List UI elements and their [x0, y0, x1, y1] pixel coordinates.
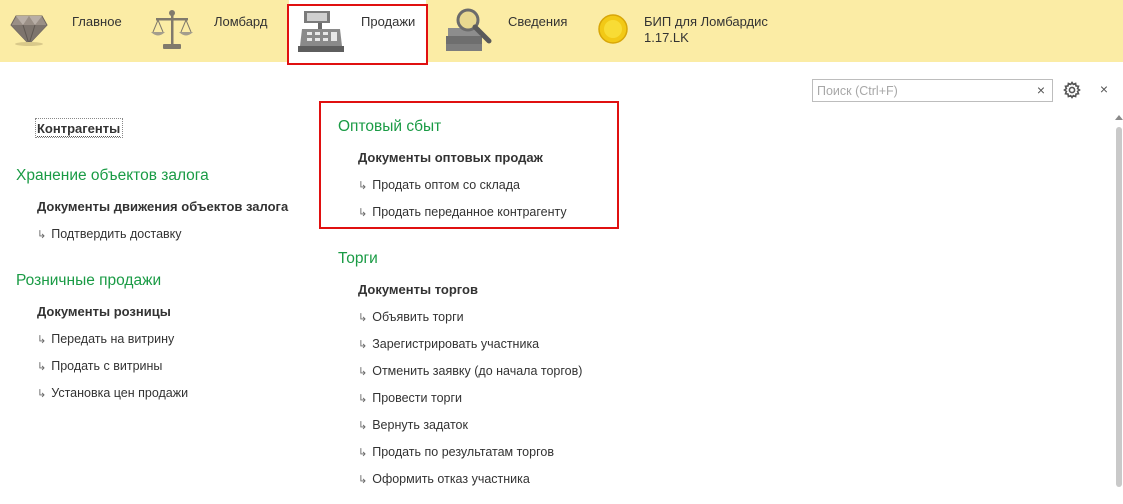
scrollbar-thumb[interactable] — [1116, 127, 1122, 487]
sell-from-showcase-command[interactable]: ↳ Продать с витрины — [37, 359, 162, 373]
coin-icon — [598, 14, 628, 49]
group-title-storage: Хранение объектов залога — [16, 167, 209, 184]
section-main[interactable]: Главное — [0, 0, 140, 62]
cancel-bid-command[interactable]: ↳ Отменить заявку (до начала торгов) — [358, 364, 582, 378]
cash-register-icon — [298, 8, 344, 57]
section-label: БИП для Ломбардис — [644, 14, 768, 29]
command-label: Продать переданное контрагенту — [372, 205, 567, 219]
section-bip[interactable]: БИП для Ломбардис 1.17.LK — [584, 0, 784, 62]
command-arrow-icon: ↳ — [358, 207, 368, 219]
command-label: Установка цен продажи — [51, 386, 189, 400]
sections-panel: Главное Ломбард Продажи Сведения БИП для… — [0, 0, 1123, 62]
section-label: Сведения — [508, 14, 568, 29]
command-arrow-icon: ↳ — [37, 388, 47, 400]
command-label: Продать с витрины — [51, 359, 163, 373]
command-label: Продать по результатам торгов — [372, 445, 554, 459]
section-info[interactable]: Сведения — [430, 0, 584, 62]
command-arrow-icon: ↳ — [37, 229, 47, 241]
section-label: Главное — [72, 14, 122, 29]
command-label: Оформить отказ участника — [372, 472, 530, 486]
sell-wholesale-from-warehouse-command[interactable]: ↳ Продать оптом со склада — [358, 178, 520, 192]
command-label: Провести торги — [372, 391, 463, 405]
sell-transferred-to-contractor-command[interactable]: ↳ Продать переданное контрагенту — [358, 205, 567, 219]
storage-documents-link[interactable]: Документы движения объектов залога — [37, 199, 288, 214]
command-label: Объявить торги — [372, 310, 464, 324]
command-arrow-icon: ↳ — [358, 447, 368, 459]
section-label: Продажи — [361, 14, 416, 29]
section-label: Ломбард — [214, 14, 268, 29]
wholesale-documents-link[interactable]: Документы оптовых продаж — [358, 150, 543, 165]
sell-by-auction-results-command[interactable]: ↳ Продать по результатам торгов — [358, 445, 554, 459]
command-arrow-icon: ↳ — [37, 334, 47, 346]
command-label: Отменить заявку (до начала торгов) — [372, 364, 583, 378]
auction-documents-link[interactable]: Документы торгов — [358, 282, 478, 297]
hold-auction-command[interactable]: ↳ Провести торги — [358, 391, 462, 405]
command-label: Продать оптом со склада — [372, 178, 521, 192]
command-label: Подтвердить доставку — [51, 227, 182, 241]
command-arrow-icon: ↳ — [358, 393, 368, 405]
books-magnifier-icon — [444, 6, 496, 57]
scales-icon — [150, 8, 194, 57]
return-deposit-command[interactable]: ↳ Вернуть задаток — [358, 418, 468, 432]
section-sales[interactable]: Продажи — [289, 0, 426, 62]
participant-refusal-command[interactable]: ↳ Оформить отказ участника — [358, 472, 530, 486]
announce-auction-command[interactable]: ↳ Объявить торги — [358, 310, 464, 324]
command-arrow-icon: ↳ — [358, 339, 368, 351]
command-arrow-icon: ↳ — [358, 180, 368, 192]
command-arrow-icon: ↳ — [358, 420, 368, 432]
command-label: Передать на витрину — [51, 332, 175, 346]
section-label-version: 1.17.LK — [644, 30, 689, 45]
scroll-up-arrow-icon[interactable] — [1115, 115, 1123, 120]
set-sale-prices-command[interactable]: ↳ Установка цен продажи — [37, 386, 188, 400]
group-title-wholesale: Оптовый сбыт — [338, 118, 442, 135]
diamond-icon — [10, 10, 48, 51]
clear-search-button[interactable]: × — [1030, 79, 1053, 102]
command-label: Вернуть задаток — [372, 418, 468, 432]
command-arrow-icon: ↳ — [358, 312, 368, 324]
command-label: Зарегистрировать участника — [372, 337, 540, 351]
confirm-delivery-command[interactable]: ↳ Подтвердить доставку — [37, 227, 182, 241]
contractors-link[interactable]: Контрагенты — [37, 121, 121, 137]
register-participant-command[interactable]: ↳ Зарегистрировать участника — [358, 337, 539, 351]
contractors-label: Контрагенты — [37, 121, 121, 137]
command-arrow-icon: ↳ — [37, 361, 47, 373]
group-title-retail: Розничные продажи — [16, 272, 162, 289]
group-title-auctions: Торги — [338, 250, 378, 267]
command-arrow-icon: ↳ — [358, 474, 368, 486]
close-icon[interactable]: × — [1097, 81, 1111, 97]
retail-documents-link[interactable]: Документы розницы — [37, 304, 171, 319]
gear-icon[interactable] — [1063, 81, 1081, 99]
transfer-to-showcase-command[interactable]: ↳ Передать на витрину — [37, 332, 174, 346]
section-lombard[interactable]: Ломбард — [140, 0, 288, 62]
search-input[interactable] — [812, 79, 1031, 102]
command-arrow-icon: ↳ — [358, 366, 368, 378]
